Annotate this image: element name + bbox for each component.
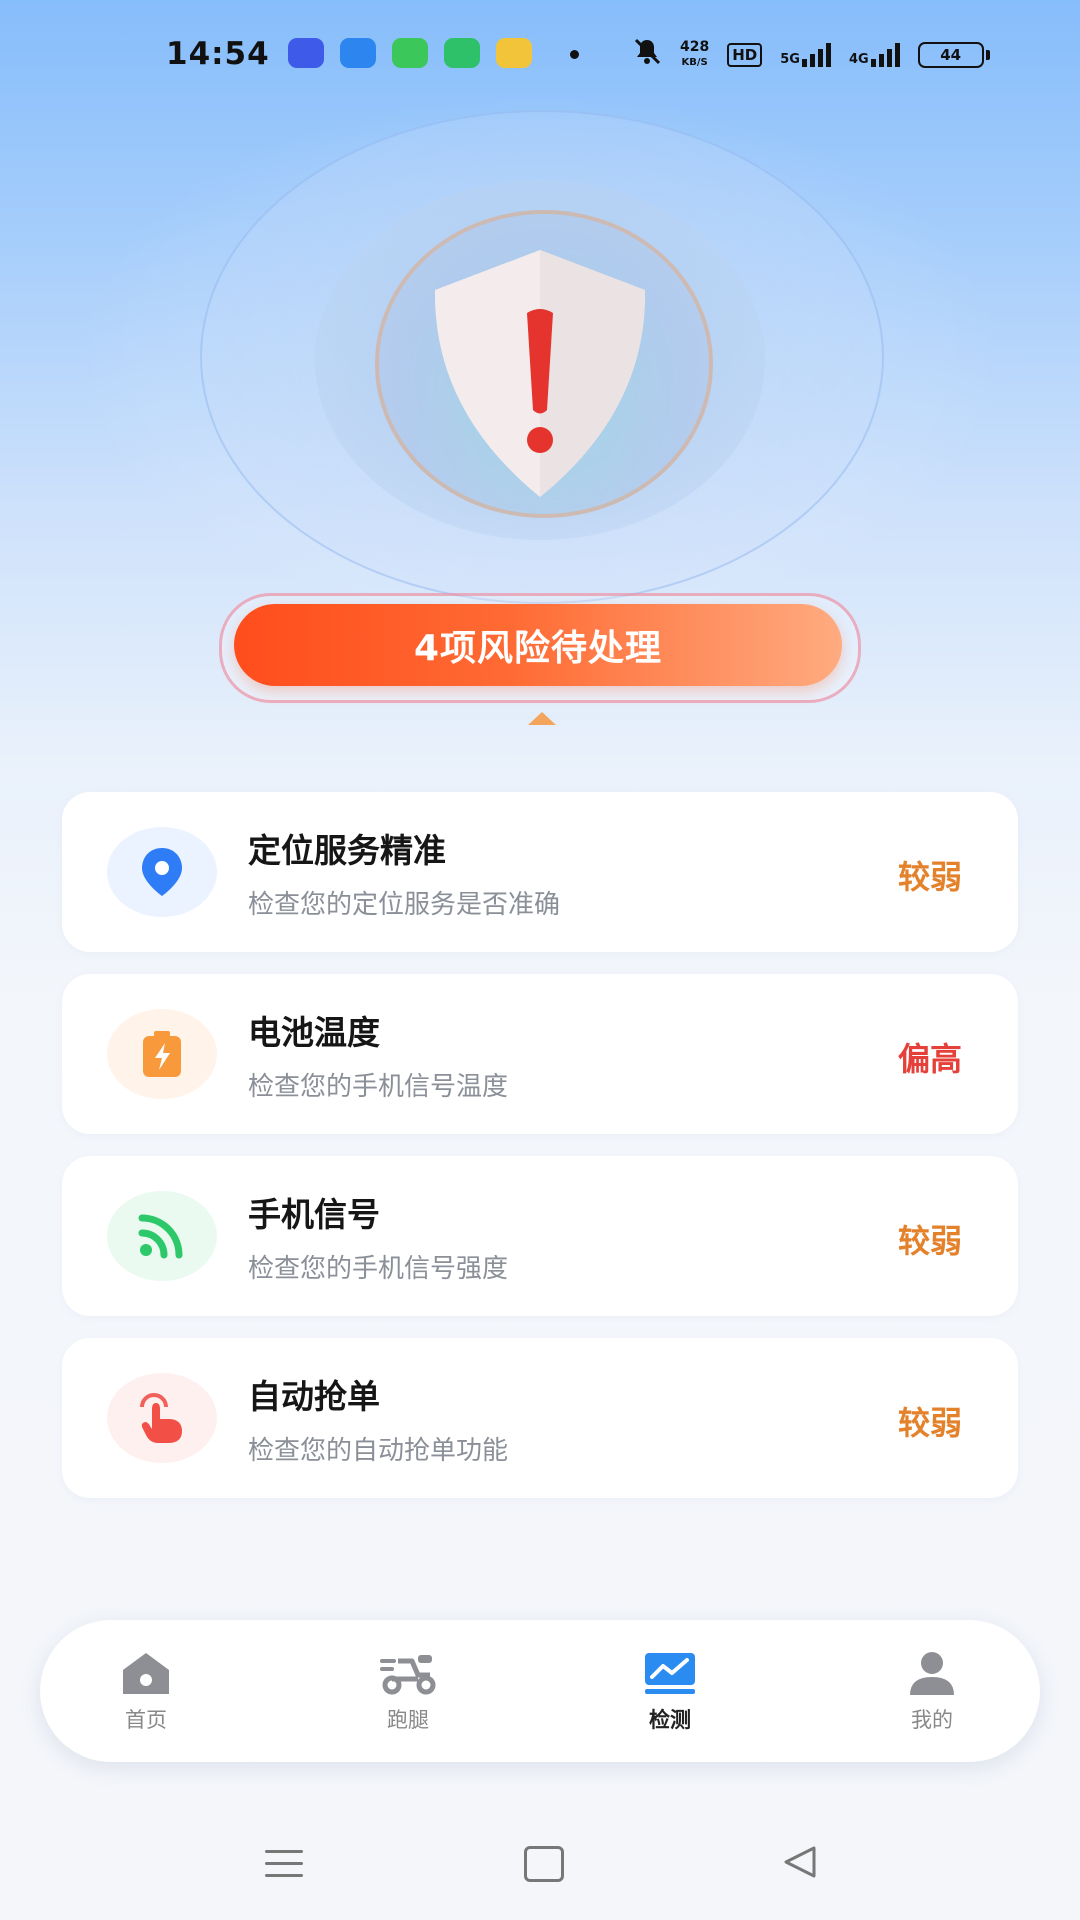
nav-home[interactable]: 首页: [86, 1648, 206, 1734]
home-button[interactable]: [524, 1846, 564, 1882]
location-icon-bg: [107, 827, 217, 917]
hd-badge: HD: [727, 42, 763, 67]
cell-signal-1-icon: 5G: [780, 42, 831, 67]
nav-errand[interactable]: 跑腿: [348, 1648, 468, 1734]
nav-home-label: 首页: [125, 1708, 167, 1732]
check-item-desc: 检查您的定位服务是否准确: [248, 890, 561, 920]
chart-monitor-icon: [610, 1648, 730, 1698]
check-item-battery[interactable]: 电池温度 检查您的手机信号温度 偏高: [62, 974, 1018, 1134]
bottom-nav: 首页 跑腿 检测 我的: [40, 1620, 1040, 1762]
check-item-status: 较弱: [897, 858, 962, 896]
app-notification-icon-4: [444, 38, 480, 68]
battery-icon-bg: [107, 1009, 217, 1099]
nav-mine-label: 我的: [911, 1708, 953, 1732]
tap-icon-bg: [107, 1373, 217, 1463]
system-nav-bar: [0, 1830, 1080, 1900]
tap-hand-icon: [140, 1393, 182, 1443]
back-button[interactable]: [780, 1844, 820, 1880]
network-speed: 428 KB/S: [680, 40, 709, 70]
mute-bell-icon: [632, 36, 662, 73]
risk-caret-icon: [528, 712, 556, 725]
network-speed-unit: KB/S: [681, 56, 708, 68]
app-notification-icon-3: [392, 38, 428, 68]
signal-icon-bg: [107, 1191, 217, 1281]
nav-mine[interactable]: 我的: [872, 1648, 992, 1734]
scooter-icon: [348, 1648, 468, 1698]
check-item-location[interactable]: 定位服务精准 检查您的定位服务是否准确 较弱: [62, 792, 1018, 952]
more-notifications-dot: [570, 50, 579, 59]
check-item-title: 定位服务精准: [248, 831, 446, 870]
check-item-status: 偏高: [897, 1040, 962, 1078]
signal-4g-label: 4G: [848, 51, 869, 67]
network-speed-value: 428: [680, 38, 710, 55]
battery-charging-icon: [143, 1031, 181, 1077]
check-item-auto-grab[interactable]: 自动抢单 检查您的自动抢单功能 较弱: [62, 1338, 1018, 1498]
user-icon: [872, 1648, 992, 1698]
app-notification-icon-1: [288, 38, 324, 68]
check-item-signal[interactable]: 手机信号 检查您的手机信号强度 较弱: [62, 1156, 1018, 1316]
check-item-title: 电池温度: [248, 1013, 380, 1052]
warning-shield-icon: [434, 250, 646, 497]
app-notification-icon-2: [340, 38, 376, 68]
signal-wifi-icon: [138, 1214, 183, 1259]
security-shield-hero: [0, 70, 1080, 630]
app-notification-icon-5: [496, 38, 532, 68]
risk-pending-button[interactable]: 4项风险待处理: [234, 604, 842, 686]
nav-errand-label: 跑腿: [387, 1708, 429, 1732]
status-time: 14:54: [166, 36, 270, 72]
check-item-title: 自动抢单: [248, 1377, 380, 1416]
system-icons: 428 KB/S HD 5G 4G 44: [632, 36, 990, 73]
cell-signal-2-icon: 4G: [848, 42, 900, 67]
check-items-list: 定位服务精准 检查您的定位服务是否准确 较弱 电池温度 检查您的手机信号温度 偏…: [62, 792, 1018, 1520]
recent-apps-button[interactable]: [265, 1850, 303, 1886]
check-item-desc: 检查您的自动抢单功能: [248, 1436, 509, 1466]
signal-5g-label: 5G: [780, 51, 800, 67]
notification-icons: [288, 38, 532, 68]
check-item-title: 手机信号: [248, 1195, 380, 1234]
nav-detect-label: 检测: [649, 1708, 691, 1732]
home-icon: [86, 1648, 206, 1698]
check-item-status: 较弱: [897, 1222, 962, 1260]
check-item-desc: 检查您的手机信号强度: [248, 1254, 509, 1284]
battery-icon: 44: [917, 41, 990, 68]
check-item-desc: 检查您的手机信号温度: [248, 1072, 509, 1102]
check-item-status: 较弱: [897, 1404, 962, 1442]
nav-detect[interactable]: 检测: [610, 1648, 730, 1734]
location-pin-icon: [142, 848, 182, 896]
